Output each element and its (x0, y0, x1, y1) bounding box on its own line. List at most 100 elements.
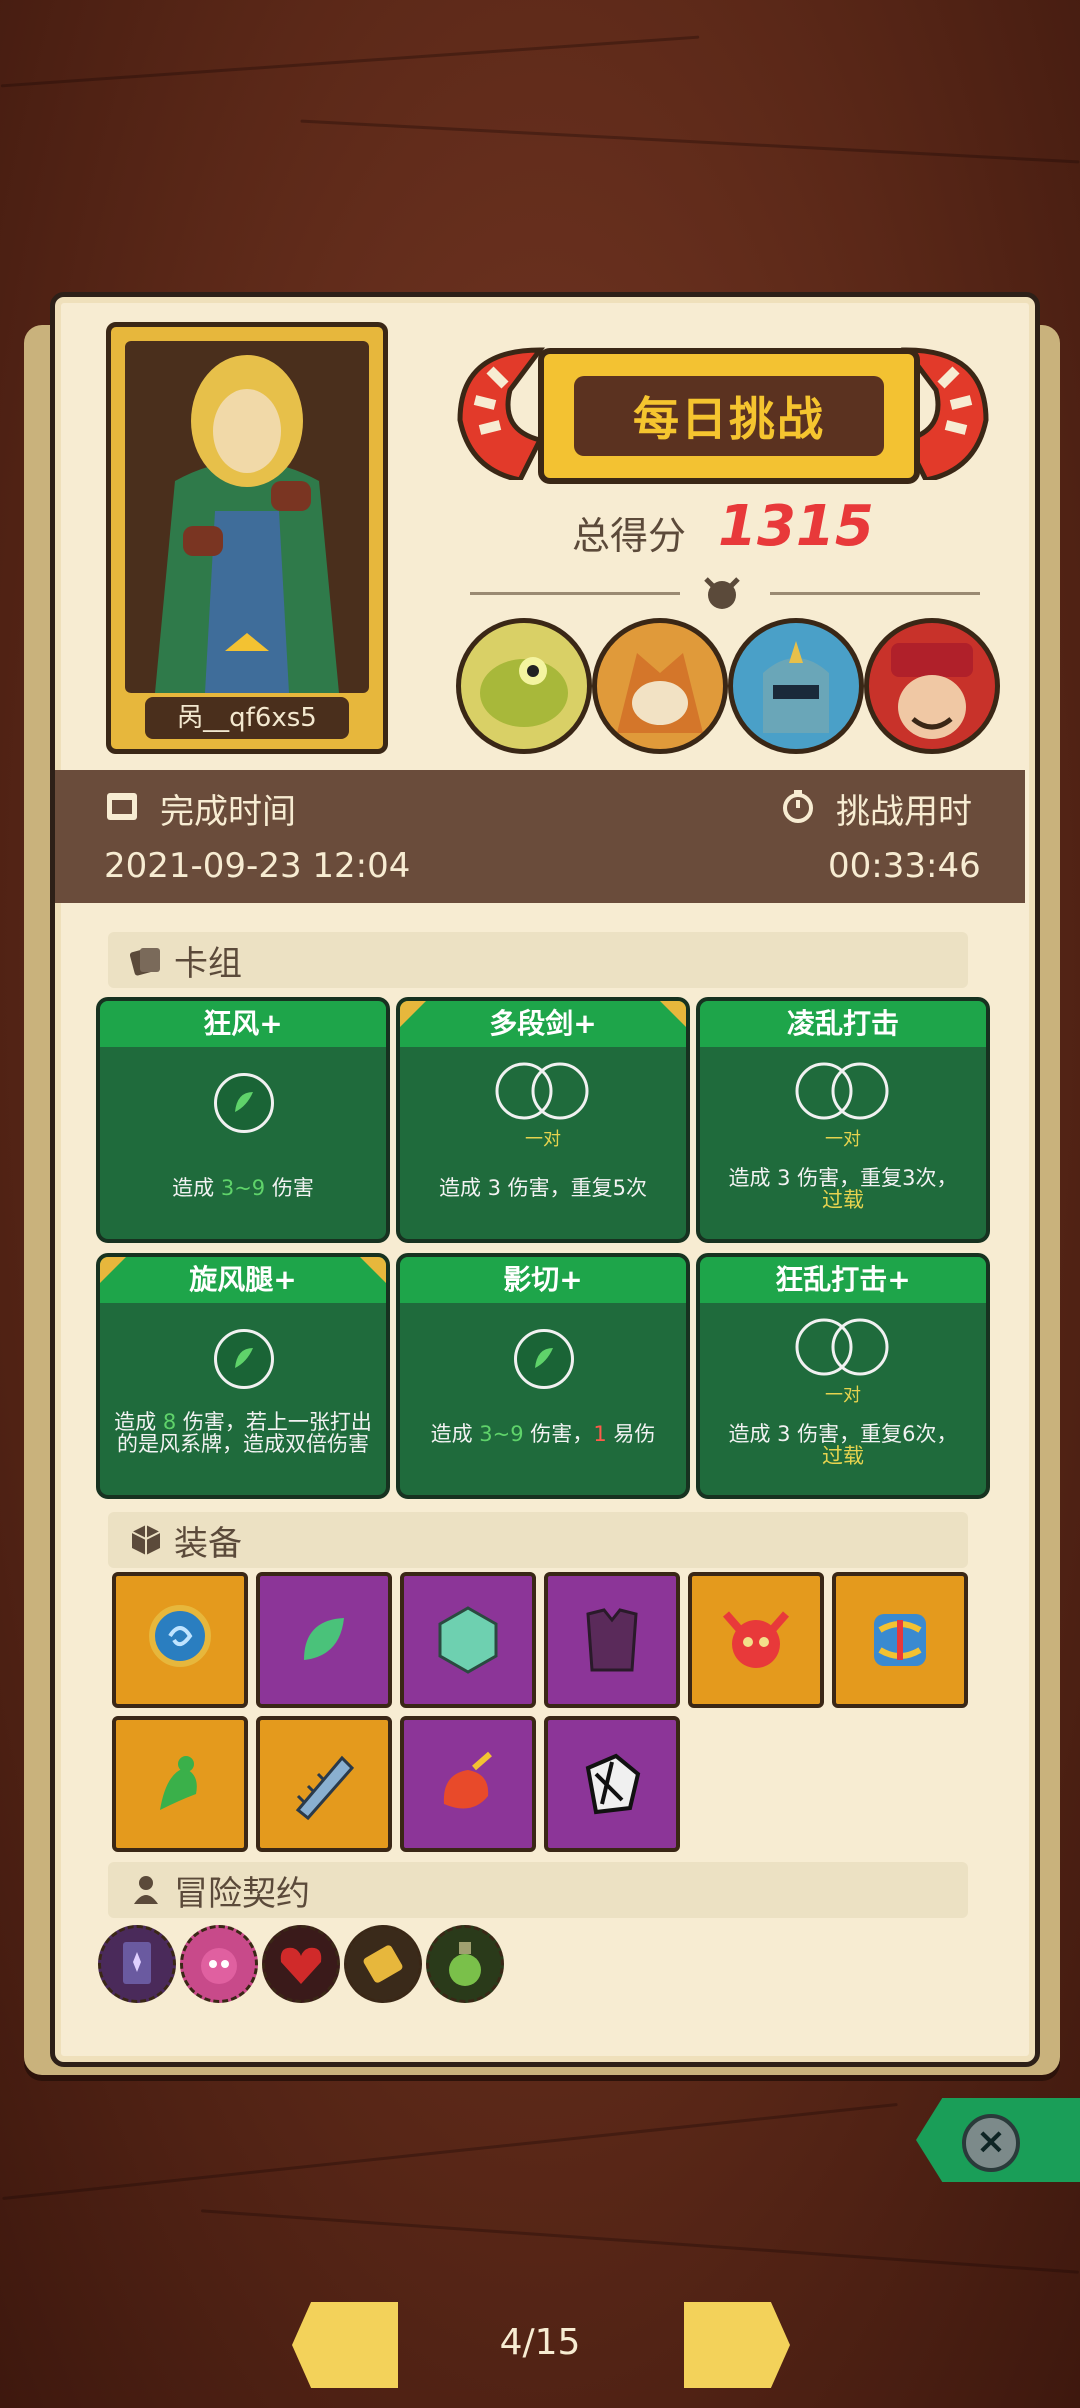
wood-grain (200, 2209, 1080, 2274)
contract-item[interactable] (262, 1925, 340, 2003)
card-shadow-cut[interactable]: 影切+ 造成 3~9 伤害，1 易伤 (396, 1253, 690, 1499)
equipment-slot[interactable] (256, 1716, 392, 1852)
contract-item[interactable] (180, 1925, 258, 2003)
card-frenzy-strike[interactable]: 狂乱打击+ 一对 造成 3 伤害，重复6次， 过载 (696, 1253, 990, 1499)
card-description: 造成 3 伤害，重复5次 (438, 1176, 648, 1200)
card-description: 造成 8 伤害，若上一张打出的是风系牌，造成双倍伤害 (114, 1410, 372, 1456)
card-whirlwind-kick[interactable]: 旋风腿+ 造成 8 伤害，若上一张打出的是风系牌，造成双倍伤害 (96, 1253, 390, 1499)
left-horn-icon (457, 347, 546, 480)
demon-skull-icon (722, 1611, 790, 1668)
boss-portrait-fox (592, 618, 728, 754)
equipment-slot[interactable] (256, 1572, 392, 1708)
equipment-slot[interactable] (400, 1716, 536, 1852)
deck-title: 卡组 (174, 943, 242, 984)
card-description: 造成 3~9 伤害，1 易伤 (430, 1422, 656, 1446)
page-indicator: 4/15 (499, 2322, 581, 2363)
scroll-person-icon (134, 1876, 158, 1904)
knight-boss-icon (763, 641, 829, 733)
fox-boss-icon (617, 653, 703, 733)
contract-item[interactable] (98, 1925, 176, 2003)
wind-orb-icon (214, 1329, 274, 1389)
gold-corner-icon (660, 1001, 686, 1027)
prev-page-button[interactable] (292, 2302, 398, 2388)
wood-grain (2, 2102, 898, 2201)
card-description: 造成 3 伤害，重复3次， 过载 (728, 1166, 958, 1212)
blue-swirl-amulet-icon (149, 1605, 211, 1667)
crocodile-boss-icon (480, 657, 568, 727)
skull-divider-icon (704, 577, 740, 609)
equipment-section-header: 装备 (108, 1512, 968, 1568)
wind-orb-icon (514, 1329, 574, 1389)
divider-right (770, 592, 980, 595)
equipment-slot[interactable] (688, 1572, 824, 1708)
pair-label: 一对 (825, 1129, 861, 1150)
pair-rings-icon (495, 1062, 589, 1120)
stopwatch-icon (783, 790, 813, 823)
cards-icon (129, 948, 160, 976)
score-label: 总得分 (572, 514, 687, 558)
equipment-slot[interactable] (112, 1572, 248, 1708)
fire-dragon-icon (443, 1751, 492, 1809)
gold-ticket-icon (363, 1945, 403, 1983)
card-title: 凌乱打击 (700, 1001, 986, 1047)
next-page-button[interactable] (684, 2302, 790, 2388)
card-multi-sword[interactable]: 多段剑+ 一对 造成 3 伤害，重复5次 (396, 997, 690, 1243)
serrated-blade-icon (295, 1755, 355, 1821)
boss-portrait-jester (864, 618, 1000, 754)
calendar-icon (107, 793, 137, 820)
hero-portrait-card: 呙__qf6xs5 (106, 322, 388, 754)
contract-item[interactable] (344, 1925, 422, 2003)
crystal-dice-icon (438, 1606, 498, 1674)
contracts-section-header: 冒险契约 (108, 1862, 968, 1918)
gold-corner-icon (100, 1257, 126, 1283)
pair-rings-icon (795, 1062, 889, 1120)
card-description: 造成 3 伤害，重复6次， 过载 (728, 1422, 958, 1468)
rainbow-cube-icon (874, 1614, 926, 1666)
score-value: 1315 (718, 494, 874, 559)
banner-title: 每日挑战 (574, 376, 884, 456)
boss-portrait-knight (728, 618, 864, 754)
daily-challenge-banner: 每日挑战 (538, 348, 920, 484)
duration-value: 00:33:46 (828, 846, 981, 886)
red-heart-icon (280, 1947, 322, 1984)
cube-icon (131, 1525, 161, 1555)
shattered-dice-icon (585, 1753, 641, 1815)
pink-demon-icon (201, 1948, 237, 1984)
contract-item[interactable] (426, 1925, 504, 2003)
equipment-slot[interactable] (832, 1572, 968, 1708)
equipment-slot[interactable] (544, 1572, 680, 1708)
pair-label: 一对 (525, 1129, 561, 1150)
duration-label: 挑战用时 (836, 792, 972, 832)
jester-boss-icon (891, 643, 973, 739)
green-spirit-icon (160, 1756, 197, 1810)
hero-figure-icon (155, 355, 339, 693)
card-title: 旋风腿+ (100, 1257, 386, 1303)
wood-grain (0, 35, 700, 88)
deck-section-header: 卡组 (108, 932, 968, 988)
hero-portrait (125, 341, 369, 693)
boss-portrait-crocodile (456, 618, 592, 754)
card-description: 造成 3~9 伤害 (172, 1176, 314, 1200)
card-title: 多段剑+ (400, 1001, 686, 1047)
card-title: 狂乱打击+ (700, 1257, 986, 1303)
close-icon[interactable]: × (962, 2114, 1020, 2172)
divider-left (470, 592, 680, 595)
gold-corner-icon (400, 1001, 426, 1027)
card-title: 影切+ (400, 1257, 686, 1303)
card-gale[interactable]: 狂风+ 造成 3~9 伤害 (96, 997, 390, 1243)
finish-time-label: 完成时间 (160, 792, 296, 832)
equipment-slot[interactable] (544, 1716, 680, 1852)
equipment-title: 装备 (174, 1523, 242, 1564)
hero-name: 呙__qf6xs5 (145, 697, 349, 739)
equipment-slot[interactable] (112, 1716, 248, 1852)
pair-rings-icon (795, 1318, 889, 1376)
gold-corner-icon (360, 1257, 386, 1283)
equipment-slot[interactable] (400, 1572, 536, 1708)
purple-armor-icon (586, 1608, 638, 1672)
pair-label: 一对 (825, 1385, 861, 1406)
finish-time-value: 2021-09-23 12:04 (104, 846, 411, 886)
tarot-card-icon (123, 1942, 151, 1984)
green-feather-icon (304, 1618, 344, 1660)
potion-icon (449, 1942, 481, 1986)
card-chaos-strike[interactable]: 凌乱打击 一对 造成 3 伤害，重复3次， 过载 (696, 997, 990, 1243)
